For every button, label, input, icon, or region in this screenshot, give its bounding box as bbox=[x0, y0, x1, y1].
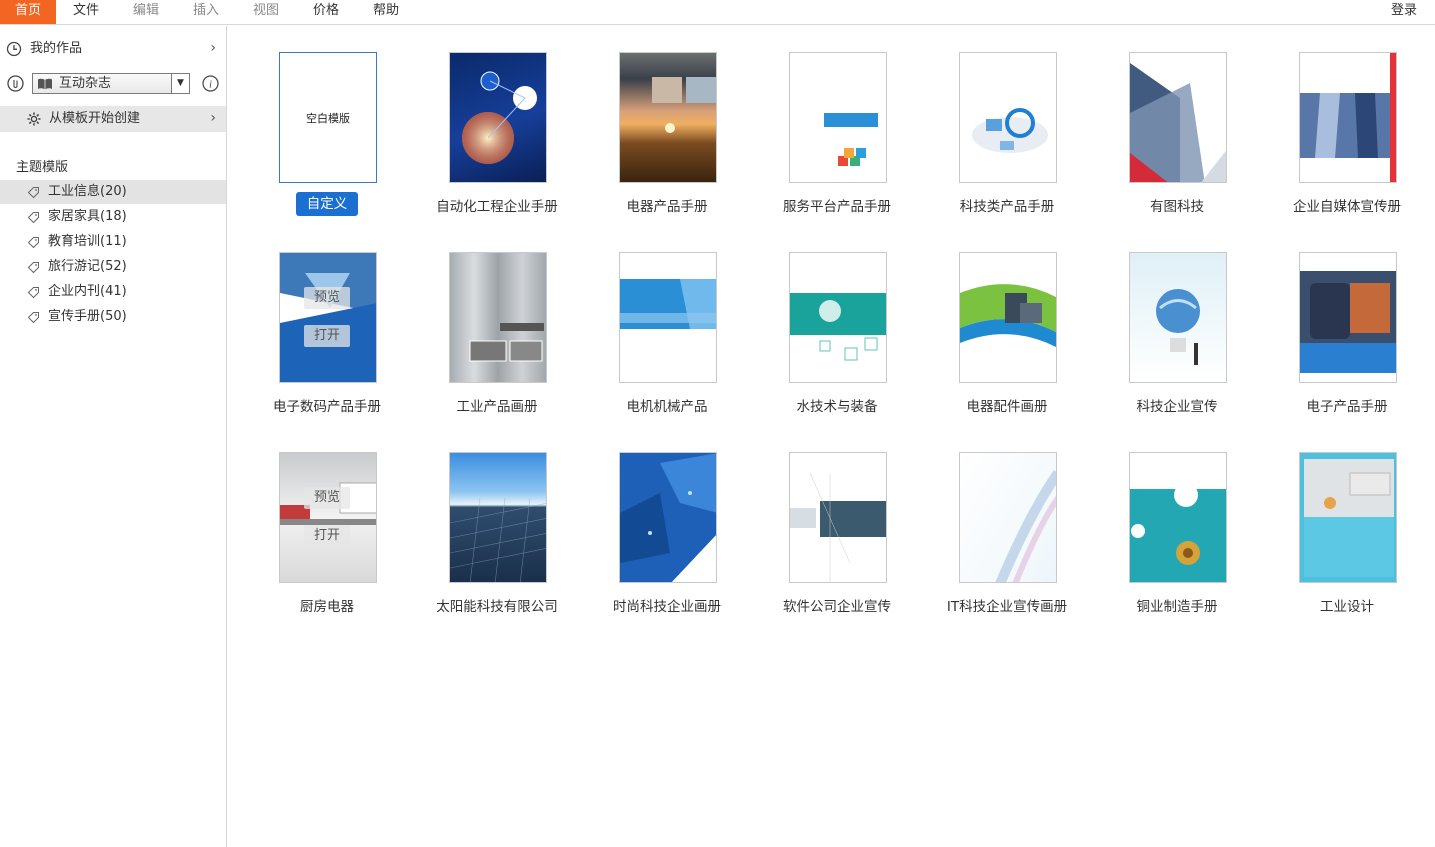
category-brochure[interactable]: 宣传手册(50) bbox=[0, 305, 226, 329]
template-card[interactable]: 太阳能科技有限公司 bbox=[412, 452, 582, 632]
menu-help[interactable]: 帮助 bbox=[360, 0, 412, 24]
template-label: 电子产品手册 bbox=[1306, 399, 1388, 415]
gear-icon bbox=[26, 111, 42, 131]
menu-edit[interactable]: 编辑 bbox=[120, 0, 172, 24]
template-thumbnail[interactable] bbox=[449, 252, 547, 383]
open-button[interactable]: 打开 bbox=[304, 325, 350, 347]
clip-icon bbox=[7, 75, 24, 96]
info-icon[interactable]: i bbox=[202, 75, 219, 96]
category-industrial[interactable]: 工业信息(20) bbox=[0, 180, 226, 204]
template-thumbnail[interactable] bbox=[1299, 252, 1397, 383]
tag-icon bbox=[27, 261, 40, 278]
template-thumbnail[interactable] bbox=[959, 52, 1057, 183]
category-education[interactable]: 教育培训(11) bbox=[0, 230, 226, 254]
template-card[interactable]: 预览 打开 电子数码产品手册 bbox=[242, 252, 412, 432]
template-thumbnail[interactable] bbox=[619, 252, 717, 383]
my-works-item[interactable]: 我的作品 › bbox=[0, 36, 226, 62]
svg-text:i: i bbox=[209, 80, 212, 91]
template-thumbnail[interactable] bbox=[1129, 52, 1227, 183]
category-internal-journal[interactable]: 企业内刊(41) bbox=[0, 280, 226, 304]
template-card[interactable]: 科技企业宣传 bbox=[1092, 252, 1262, 432]
menu-home[interactable]: 首页 bbox=[0, 0, 56, 24]
template-label: 工业设计 bbox=[1320, 599, 1374, 615]
from-template-label: 从模板开始创建 bbox=[49, 111, 141, 126]
template-label: 企业自媒体宣传册 bbox=[1293, 199, 1401, 215]
custom-button[interactable]: 自定义 bbox=[296, 192, 358, 216]
template-card[interactable]: IT科技企业宣传画册 bbox=[922, 452, 1092, 632]
chevron-right-icon: › bbox=[210, 110, 216, 126]
book-icon bbox=[37, 78, 53, 94]
template-thumbnail[interactable]: 预览 打开 bbox=[279, 252, 377, 383]
template-thumbnail[interactable] bbox=[449, 52, 547, 183]
template-thumbnail[interactable] bbox=[789, 52, 887, 183]
template-thumbnail[interactable] bbox=[789, 452, 887, 583]
tag-icon bbox=[27, 186, 40, 203]
tag-icon bbox=[27, 236, 40, 253]
category-label: 企业内刊(41) bbox=[48, 284, 127, 299]
template-card[interactable]: 预览 打开 厨房电器 bbox=[242, 452, 412, 632]
template-thumbnail[interactable] bbox=[1129, 452, 1227, 583]
category-home-furniture[interactable]: 家居家具(18) bbox=[0, 205, 226, 229]
open-button[interactable]: 打开 bbox=[304, 525, 350, 547]
category-label: 宣传手册(50) bbox=[48, 309, 127, 324]
tag-icon bbox=[27, 286, 40, 303]
template-thumbnail[interactable]: 预览 打开 bbox=[279, 452, 377, 583]
template-card[interactable]: 水技术与装备 bbox=[752, 252, 922, 432]
template-thumbnail[interactable] bbox=[789, 252, 887, 383]
template-thumbnail[interactable] bbox=[1299, 52, 1397, 183]
template-card[interactable]: 电子产品手册 bbox=[1262, 252, 1432, 432]
chevron-right-icon: › bbox=[210, 40, 216, 56]
template-card[interactable]: 时尚科技企业画册 bbox=[582, 452, 752, 632]
category-label: 工业信息(20) bbox=[48, 184, 127, 199]
magazine-type-select[interactable]: 互动杂志 ▼ bbox=[32, 73, 190, 94]
tag-icon bbox=[27, 211, 40, 228]
login-link[interactable]: 登录 bbox=[1391, 0, 1417, 24]
category-label: 教育培训(11) bbox=[48, 234, 127, 249]
category-label: 家居家具(18) bbox=[48, 209, 127, 224]
sidebar: 我的作品 › 互动杂志 ▼ i 从模板开始创建 › 主题模版 工业信息(20) … bbox=[0, 26, 227, 847]
category-travel[interactable]: 旅行游记(52) bbox=[0, 255, 226, 279]
menu-price[interactable]: 价格 bbox=[300, 0, 352, 24]
template-card[interactable]: 有图科技 bbox=[1092, 52, 1262, 232]
template-card[interactable]: 电器配件画册 bbox=[922, 252, 1092, 432]
chevron-down-icon[interactable]: ▼ bbox=[171, 74, 189, 93]
template-card[interactable]: 铜业制造手册 bbox=[1092, 452, 1262, 632]
template-thumbnail[interactable] bbox=[619, 452, 717, 583]
template-card-custom[interactable]: 空白模版 自定义 bbox=[242, 52, 412, 232]
template-card[interactable]: 电器产品手册 bbox=[582, 52, 752, 232]
template-card[interactable]: 服务平台产品手册 bbox=[752, 52, 922, 232]
theme-templates-heading: 主题模版 bbox=[16, 160, 69, 175]
template-thumbnail[interactable] bbox=[959, 252, 1057, 383]
top-menu-bar: 首页 文件 编辑 插入 视图 价格 帮助 登录 bbox=[0, 0, 1435, 25]
menu-insert[interactable]: 插入 bbox=[180, 0, 232, 24]
category-label: 旅行游记(52) bbox=[48, 259, 127, 274]
template-thumbnail[interactable] bbox=[1299, 452, 1397, 583]
template-grid: 空白模版 自定义 自动化工程企业手册 电器产品手册 服务平台产品手册 科技类产品… bbox=[227, 26, 1435, 847]
preview-button[interactable]: 预览 bbox=[304, 487, 350, 509]
template-card[interactable]: 工业产品画册 bbox=[412, 252, 582, 432]
template-thumbnail[interactable] bbox=[619, 52, 717, 183]
blank-template-thumb[interactable]: 空白模版 bbox=[279, 52, 377, 183]
menu-file[interactable]: 文件 bbox=[60, 0, 112, 24]
template-thumbnail[interactable] bbox=[1129, 252, 1227, 383]
from-template-item[interactable]: 从模板开始创建 › bbox=[0, 106, 226, 132]
template-thumbnail[interactable] bbox=[449, 452, 547, 583]
clock-icon bbox=[6, 41, 22, 61]
magazine-select-value: 互动杂志 bbox=[59, 76, 112, 91]
menu-view[interactable]: 视图 bbox=[240, 0, 292, 24]
template-card[interactable]: 企业自媒体宣传册 bbox=[1262, 52, 1432, 232]
template-card[interactable]: 电机机械产品 bbox=[582, 252, 752, 432]
preview-button[interactable]: 预览 bbox=[304, 287, 350, 309]
template-thumbnail[interactable] bbox=[959, 452, 1057, 583]
template-card[interactable]: 工业设计 bbox=[1262, 452, 1432, 632]
template-card[interactable]: 自动化工程企业手册 bbox=[412, 52, 582, 232]
template-card[interactable]: 软件公司企业宣传 bbox=[752, 452, 922, 632]
tag-icon bbox=[27, 311, 40, 328]
my-works-label: 我的作品 bbox=[30, 41, 83, 56]
template-card[interactable]: 科技类产品手册 bbox=[922, 52, 1092, 232]
blank-template-text: 空白模版 bbox=[306, 112, 350, 125]
